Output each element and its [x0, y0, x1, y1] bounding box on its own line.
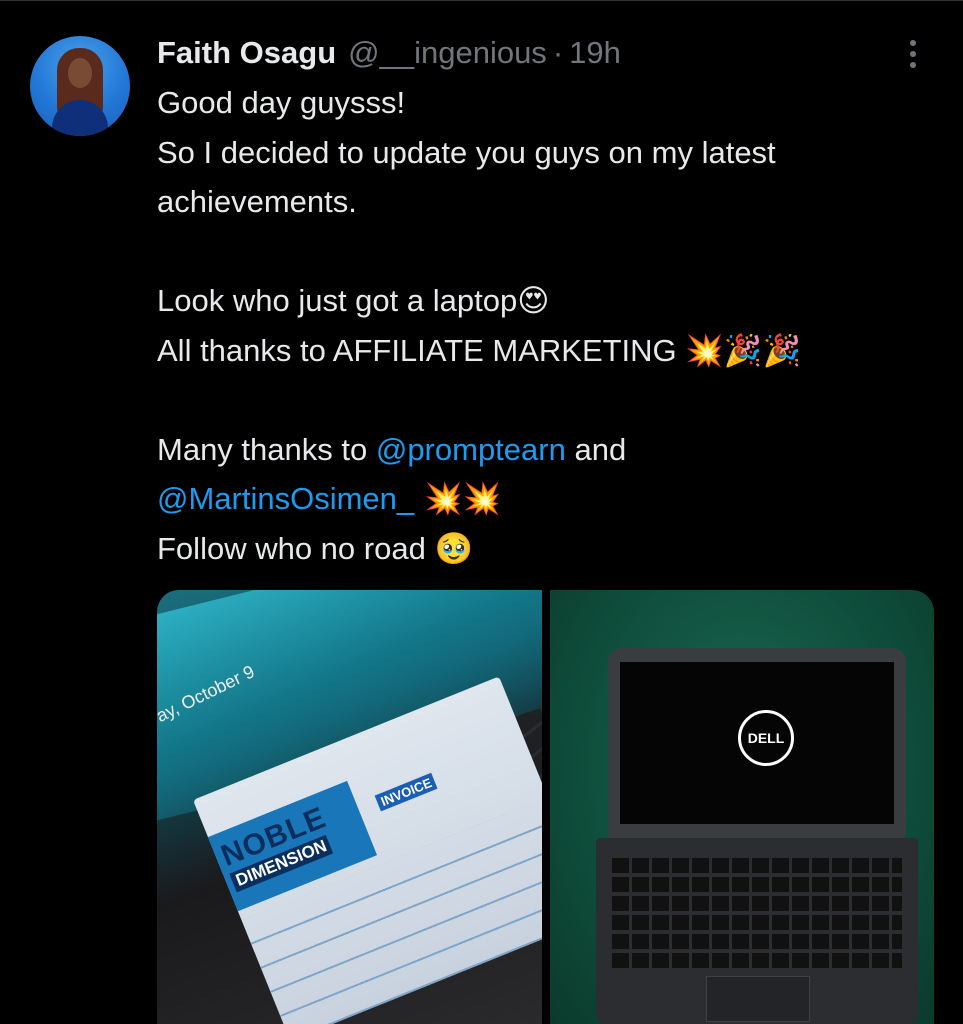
tweet-line-text: All thanks to AFFILIATE MARKETING: [157, 332, 686, 368]
laptop-touchpad: [706, 976, 810, 1022]
author-handle[interactable]: @__ingenious: [348, 35, 547, 71]
media-photo-laptop[interactable]: DELL: [550, 590, 934, 1024]
mention-link[interactable]: @promptearn: [376, 432, 566, 467]
avatar[interactable]: [30, 36, 130, 136]
tweet-text: Good day guysss! So I decided to update …: [157, 78, 947, 573]
heart-eyes-emoji: 😍: [517, 283, 550, 319]
avatar-face: [68, 58, 92, 88]
author-name[interactable]: Faith Osagu: [157, 35, 336, 71]
collision-emoji: 💥💥: [414, 481, 502, 517]
tweet-media: ay, October 9 NOBLE DIMENSION INVOICE DE…: [157, 590, 934, 1024]
dell-logo: DELL: [738, 710, 794, 766]
more-vertical-icon[interactable]: [898, 36, 928, 72]
tweet-line-text: Many thanks to: [157, 431, 376, 467]
tweet-line: All thanks to AFFILIATE MARKETING 💥🎉🎉: [157, 326, 947, 376]
mention-link[interactable]: @MartinsOsimen_: [157, 481, 414, 516]
media-photo-invoice[interactable]: ay, October 9 NOBLE DIMENSION INVOICE: [157, 590, 542, 1024]
tweet-line-text: and: [565, 431, 627, 467]
laptop-screen: DELL: [620, 662, 894, 824]
collision-party-emoji: 💥🎉🎉: [685, 332, 802, 369]
laptop-base: [596, 838, 918, 1024]
tweet-line-text: Look who just got a laptop: [157, 283, 518, 318]
tweet-line: achievements.: [157, 184, 357, 219]
receipt-label: INVOICE: [374, 772, 438, 812]
top-divider: [0, 0, 963, 1]
laptop-lid: DELL: [608, 648, 906, 838]
tweet-header: Faith Osagu @__ingenious · 19h: [157, 30, 621, 76]
tweet-line: So I decided to update you guys on my la…: [157, 134, 776, 170]
laptop-keyboard: [612, 858, 902, 968]
laptop: DELL: [596, 648, 918, 1024]
separator-dot: ·: [552, 35, 564, 70]
tweet-line: Many thanks to @promptearn and: [157, 425, 947, 475]
tweet-line: Follow who no road 🥹: [157, 524, 947, 574]
tweet-line: Look who just got a laptop😍: [157, 276, 947, 326]
tweet-line: Good day guysss!: [157, 85, 406, 120]
tweet-line: @MartinsOsimen_ 💥💥: [157, 474, 947, 524]
tweet-line-text: Follow who no road: [157, 530, 435, 566]
holding-tears-emoji: 🥹: [434, 530, 474, 567]
timestamp[interactable]: 19h: [569, 35, 621, 71]
